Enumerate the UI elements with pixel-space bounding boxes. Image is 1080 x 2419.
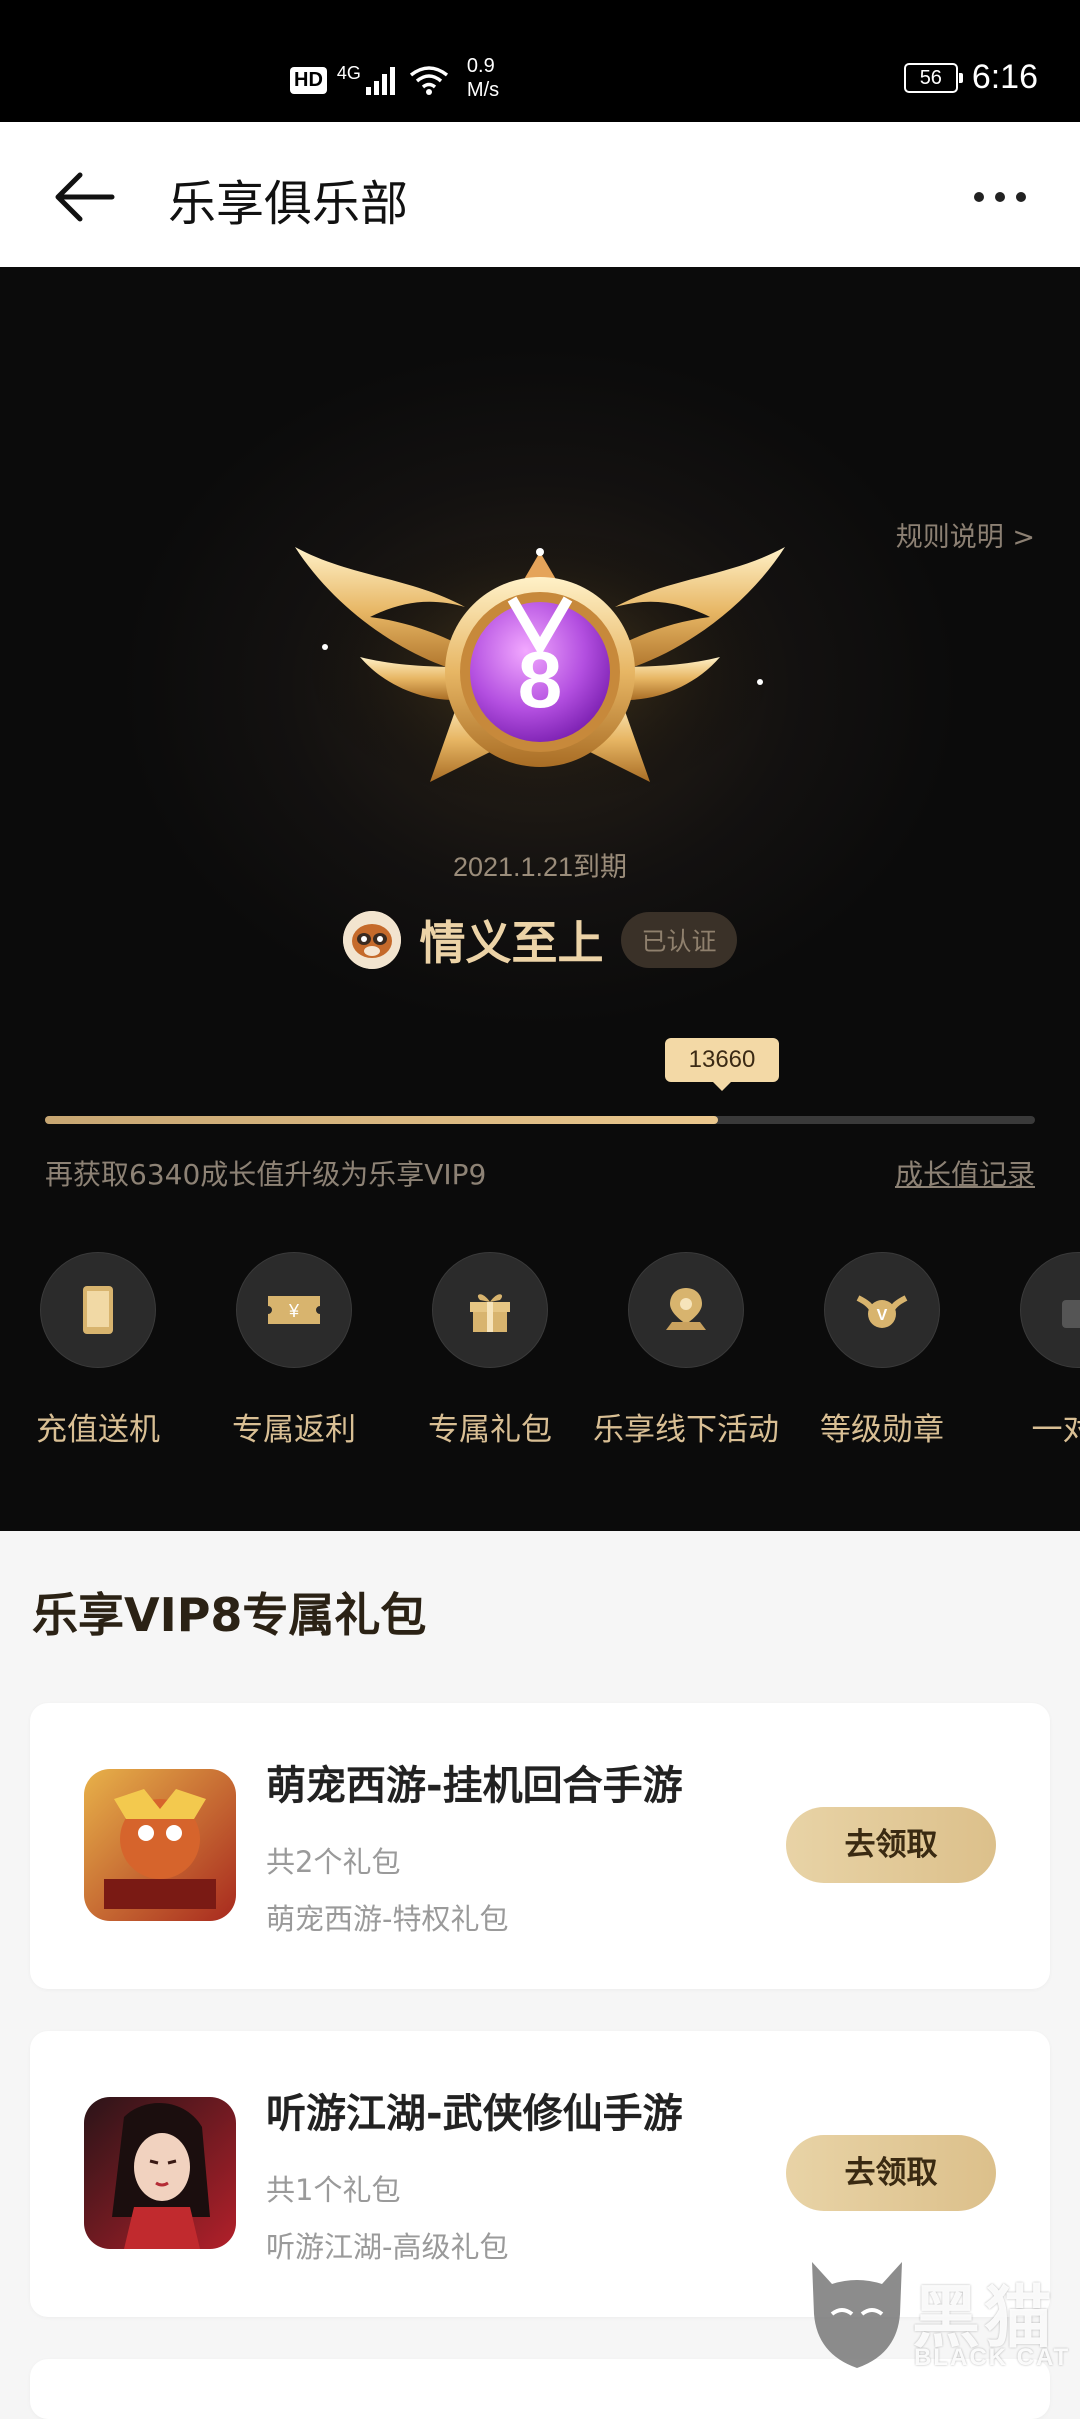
benefit-recharge-phone[interactable]: 充值送机: [0, 1252, 196, 1449]
speed-value: 0.9: [466, 55, 495, 77]
benefit-icon-circle: ¥: [236, 1252, 352, 1368]
vip-hero: 规则说明 > 8 2021.1.21到期 情义至上 已认证 13660 再获取6…: [0, 267, 1080, 1531]
growth-value-tooltip: 13660: [665, 1038, 779, 1091]
signal-icon: [365, 67, 395, 95]
benefit-offline-event[interactable]: 乐享线下活动: [588, 1252, 784, 1449]
benefit-icon-circle: V: [824, 1252, 940, 1368]
hd-indicator: HD: [290, 66, 327, 94]
location-pin-icon: [666, 1288, 706, 1330]
growth-progress-fill: [45, 1116, 719, 1124]
speed-unit: M/s: [466, 79, 500, 101]
page-title: 乐享俱乐部: [168, 176, 409, 232]
growth-record-link[interactable]: 成长值记录: [895, 1153, 1035, 1193]
network-speed: 0.9 M/s: [467, 54, 499, 102]
gift-name: 听游江湖-高级礼包: [266, 2230, 509, 2264]
benefit-gift[interactable]: 专属礼包: [392, 1252, 588, 1449]
gift-name: 萌宠西游-特权礼包: [266, 1902, 509, 1936]
svg-text:V: V: [877, 1307, 888, 1324]
watermark: 黑猫 BLACK CAT: [802, 2254, 1072, 2384]
wifi-icon: [409, 66, 448, 95]
black-cat-logo-icon: [812, 2262, 902, 2368]
avatar: [343, 911, 402, 969]
benefit-rebate[interactable]: ¥ 专属返利: [196, 1252, 392, 1449]
status-left: HD 4G 0.9 M/s: [290, 55, 499, 102]
watermark-subtext: BLACK CAT: [914, 2344, 1071, 2371]
verified-badge: 已认证: [621, 912, 737, 968]
more-button[interactable]: [960, 172, 1040, 222]
game-art-icon: [84, 2097, 236, 2249]
section-title: 乐享VIP8专属礼包: [32, 1588, 427, 1642]
benefit-label: 专属返利: [232, 1412, 356, 1448]
benefit-icon-circle: [628, 1252, 744, 1368]
benefit-icon-circle: [1020, 1252, 1080, 1368]
back-button[interactable]: [50, 162, 120, 232]
vip-level-number: 8: [518, 635, 563, 724]
benefit-one-on-one[interactable]: 一对一: [980, 1252, 1080, 1449]
more-dots-icon: [974, 192, 984, 202]
user-info: 情义至上 已认证: [0, 907, 1080, 973]
benefits-row: 充值送机 ¥ 专属返利 专属礼包 乐享线下活动 V 等级勋章 一对: [0, 1252, 1080, 1452]
benefit-icon-circle: [40, 1252, 156, 1368]
raccoon-avatar-icon: [343, 911, 402, 969]
username: 情义至上: [419, 916, 604, 970]
benefit-icon-circle: [432, 1252, 548, 1368]
gift-count: 共2个礼包: [266, 1845, 401, 1879]
game-icon-mengchong: [84, 1769, 236, 1921]
benefit-label: 充值送机: [36, 1412, 160, 1448]
benefit-label: 一对一: [1031, 1412, 1080, 1448]
title-bar: 乐享俱乐部: [0, 122, 1080, 267]
game-title: 萌宠西游-挂机回合手游: [266, 1763, 683, 1809]
benefit-label: 乐享线下活动: [593, 1412, 779, 1448]
benefit-label: 等级勋章: [820, 1412, 944, 1448]
benefit-level-medal[interactable]: V 等级勋章: [784, 1252, 980, 1449]
more-dot: [995, 192, 1005, 202]
network-type: 4G: [336, 62, 361, 83]
gift-count: 共1个礼包: [266, 2173, 401, 2207]
gift-icon: [470, 1294, 510, 1332]
status-right: 56 6:16: [903, 58, 1038, 97]
status-bar: HD 4G 0.9 M/s 56 6:16: [0, 0, 1080, 122]
benefit-label: 专属礼包: [428, 1412, 552, 1448]
claim-button[interactable]: 去领取: [786, 2135, 996, 2211]
growth-progress-bar: [45, 1116, 1035, 1124]
arrow-left-icon: [55, 172, 115, 222]
claim-button[interactable]: 去领取: [786, 1807, 996, 1883]
phone-icon: [83, 1286, 113, 1334]
more-dot: [1016, 192, 1026, 202]
vip-expiry-date: 2021.1.21到期: [452, 852, 628, 882]
rules-link[interactable]: 规则说明 >: [896, 515, 1035, 554]
medal-icon: V: [856, 1295, 908, 1328]
coupon-icon: ¥: [268, 1296, 320, 1324]
clock: 6:16: [971, 58, 1038, 96]
game-art-icon: [84, 1769, 236, 1921]
game-icon-tingyou: [84, 2097, 236, 2249]
bag-icon: [1062, 1300, 1080, 1328]
battery-icon: 56: [903, 62, 963, 93]
game-title: 听游江湖-武侠修仙手游: [266, 2091, 683, 2137]
upgrade-hint: 再获取6340成长值升级为乐享VIP9: [45, 1158, 487, 1191]
gift-card: 萌宠西游-挂机回合手游 共2个礼包 萌宠西游-特权礼包 去领取: [30, 1703, 1050, 1989]
svg-text:¥: ¥: [288, 1301, 300, 1321]
vip-level-badge: 8: [295, 527, 785, 807]
